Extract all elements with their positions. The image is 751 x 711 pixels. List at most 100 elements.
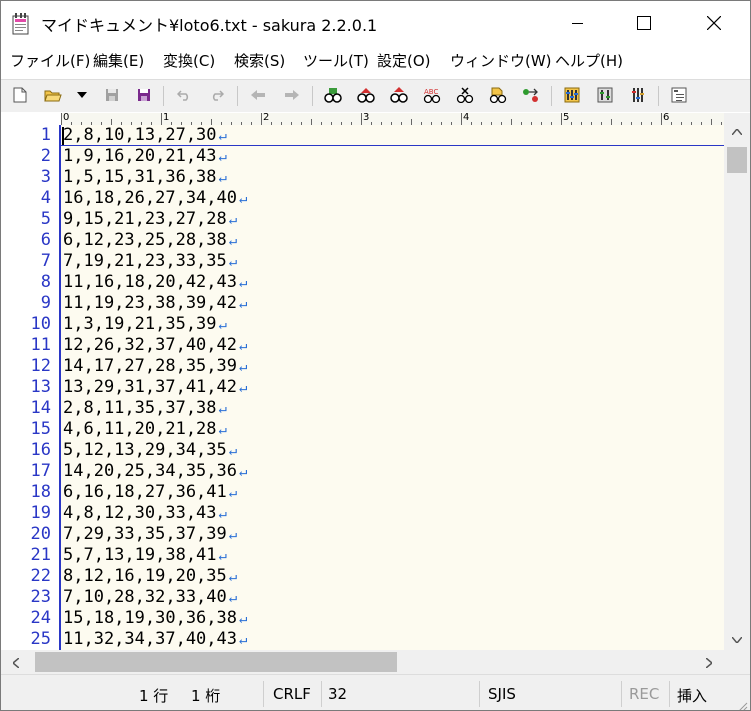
text-line[interactable]: 11,16,18,20,42,43 ↵ <box>63 272 247 293</box>
line-number: 4 <box>40 188 51 208</box>
save-icon[interactable] <box>102 85 122 105</box>
outline-icon[interactable] <box>669 85 689 105</box>
text-line[interactable]: 1,9,16,20,21,43 ↵ <box>63 146 227 167</box>
text-line[interactable]: 7,10,28,32,33,40 ↵ <box>63 587 237 608</box>
ruler-tick <box>561 113 562 125</box>
text-line[interactable]: 13,29,31,37,41,42 ↵ <box>63 377 247 398</box>
text-line-content: 13,29,31,37,41,42 <box>63 377 237 397</box>
text-line[interactable]: 12,26,32,37,40,42 ↵ <box>63 335 247 356</box>
menu-edit[interactable]: 編集(E) <box>93 50 144 71</box>
text-line[interactable]: 16,18,26,27,34,40 ↵ <box>63 188 247 209</box>
text-line[interactable]: 14,17,27,28,35,39 ↵ <box>63 356 247 377</box>
save-all-icon[interactable] <box>134 85 154 105</box>
text-line[interactable]: 7,29,33,35,37,39 ↵ <box>63 524 237 545</box>
ruler-tick <box>61 113 62 125</box>
resize-grip-icon[interactable] <box>736 697 748 710</box>
jump-forward-icon[interactable] <box>282 85 302 105</box>
text-line-content: 7,29,33,35,37,39 <box>63 524 227 544</box>
text-line[interactable]: 14,20,25,34,35,36 ↵ <box>63 461 247 482</box>
line-number: 5 <box>40 209 51 229</box>
search-icon[interactable] <box>323 85 343 105</box>
eol-mark: ↵ <box>239 296 248 312</box>
status-insert-mode: 挿入 <box>677 687 708 705</box>
status-encoding[interactable]: SJIS <box>488 685 516 703</box>
menu-tools[interactable]: ツール(T) <box>303 50 369 71</box>
menu-help[interactable]: ヘルプ(H) <box>555 50 623 71</box>
text-line[interactable]: 9,15,21,23,27,28 ↵ <box>63 209 237 230</box>
replace-icon[interactable]: ABC <box>422 85 442 105</box>
line-number: 6 <box>40 230 51 250</box>
maximize-button[interactable] <box>621 1 667 45</box>
scroll-right-icon[interactable] <box>705 656 714 672</box>
text-line[interactable]: 5,12,13,29,34,35 ↵ <box>63 440 237 461</box>
grep-icon[interactable] <box>488 85 508 105</box>
menu-search[interactable]: 検索(S) <box>234 50 285 71</box>
jump-tag-icon[interactable] <box>521 85 541 105</box>
search-next-icon[interactable] <box>356 85 376 105</box>
text-line[interactable]: 6,12,23,25,28,38 ↵ <box>63 230 237 251</box>
common-settings-icon[interactable] <box>628 85 648 105</box>
eol-mark: ↵ <box>228 590 238 606</box>
horizontal-scroll-thumb[interactable] <box>35 652 397 672</box>
menu-file[interactable]: ファイル(F) <box>10 50 90 71</box>
text-line[interactable]: 6,16,18,27,36,41 ↵ <box>63 482 237 503</box>
dropdown-arrow-icon[interactable] <box>72 85 92 105</box>
line-number: 15 <box>30 419 51 439</box>
vertical-scroll-thumb[interactable] <box>727 147 747 173</box>
status-rec: REC <box>629 685 660 703</box>
horizontal-scrollbar[interactable] <box>1 650 724 674</box>
type-settings-icon[interactable] <box>595 85 615 105</box>
line-number: 17 <box>30 461 51 481</box>
eol-mark: ↵ <box>218 401 227 417</box>
settings-icon[interactable] <box>562 85 582 105</box>
redo-icon[interactable] <box>207 85 227 105</box>
text-line[interactable]: 8,12,16,19,20,35 ↵ <box>63 566 237 587</box>
title-bar[interactable]: マイドキュメント¥loto6.txt - sakura 2.2.0.1 <box>1 1 750 45</box>
new-file-icon[interactable] <box>10 85 30 105</box>
line-number: 16 <box>30 440 51 460</box>
text-line-content: 1,9,16,20,21,43 <box>63 146 217 166</box>
scroll-up-icon[interactable] <box>731 123 743 139</box>
text-line-content: 4,6,11,20,21,28 <box>63 419 217 439</box>
menu-window[interactable]: ウィンドウ(W) <box>450 50 552 71</box>
vertical-scrollbar[interactable] <box>724 113 750 650</box>
text-line[interactable]: 2,8,11,35,37,38 ↵ <box>63 398 227 419</box>
eol-mark: ↵ <box>239 338 248 354</box>
undo-icon[interactable] <box>174 85 194 105</box>
text-line[interactable]: 4,8,12,30,33,43 ↵ <box>63 503 227 524</box>
jump-back-icon[interactable] <box>248 85 268 105</box>
text-line[interactable]: 5,7,13,19,38,41 ↵ <box>63 545 227 566</box>
text-area[interactable]: 2,8,10,13,27,30 ↵ 1,9,16,20,21,43 ↵ 1,5,15,3… <box>61 125 724 650</box>
close-button[interactable] <box>691 1 737 45</box>
eol-mark: ↵ <box>218 422 227 438</box>
search-prev-icon[interactable] <box>389 85 409 105</box>
text-line-content: 15,18,19,30,36,38 <box>63 608 237 628</box>
scrollbar-corner <box>724 650 750 674</box>
minimize-button[interactable] <box>555 1 601 45</box>
open-folder-icon[interactable] <box>43 85 63 105</box>
text-line[interactable]: 11,19,23,38,39,42 ↵ <box>63 293 247 314</box>
text-line-content: 4,8,12,30,33,43 <box>63 503 217 523</box>
line-number: 11 <box>30 335 51 355</box>
text-line[interactable]: 11,32,34,37,40,43 ↵ <box>63 629 247 650</box>
line-number: 14 <box>30 398 51 418</box>
text-line[interactable]: 7,19,21,23,33,35 ↵ <box>63 251 237 272</box>
status-line: 1 行 <box>139 687 169 705</box>
text-line-content: 1,3,19,21,35,39 <box>63 314 217 334</box>
text-line[interactable]: 2,8,10,13,27,30 ↵ <box>63 125 227 146</box>
line-number: 7 <box>40 251 51 271</box>
status-bar: 1 行 1 桁 CRLF 32 SJIS REC 挿入 <box>1 674 750 710</box>
ruler-label: 4 <box>463 113 470 123</box>
text-line-content: 7,19,21,23,33,35 <box>63 251 227 271</box>
clear-search-icon[interactable] <box>455 85 475 105</box>
scroll-left-icon[interactable] <box>11 656 20 672</box>
text-line[interactable]: 1,3,19,21,35,39 ↵ <box>63 314 227 335</box>
menu-convert[interactable]: 変換(C) <box>163 50 215 71</box>
text-line[interactable]: 15,18,19,30,36,38 ↵ <box>63 608 247 629</box>
text-line[interactable]: 1,5,15,31,36,38 ↵ <box>63 167 227 188</box>
editor-pane[interactable]: 0 1 2 3 4 5 6 1 2 3 4 5 6 7 8 9 10 11 12 13 14 15 16 17 1… <box>1 113 750 650</box>
menu-settings[interactable]: 設定(O) <box>377 50 431 71</box>
scroll-down-icon[interactable] <box>731 631 743 647</box>
status-newline: CRLF <box>273 685 311 703</box>
text-line[interactable]: 4,6,11,20,21,28 ↵ <box>63 419 227 440</box>
